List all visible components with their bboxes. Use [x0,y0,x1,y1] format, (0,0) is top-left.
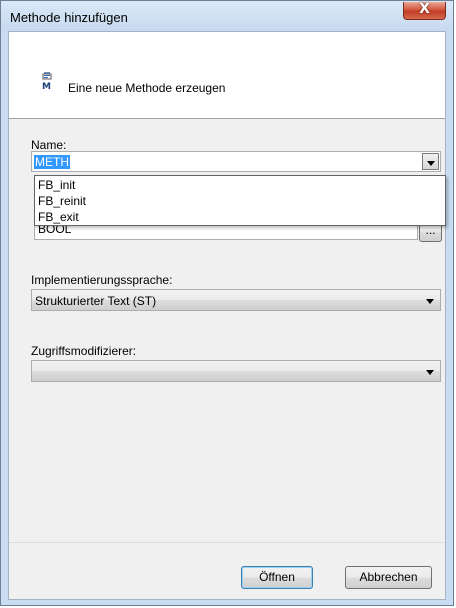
name-combobox[interactable]: METH [31,151,441,172]
dialog-window: Methode hinzufügen X M Eine neue Methode… [0,0,454,606]
footer-separator [9,542,445,543]
list-item[interactable]: FB_exit [38,209,79,225]
open-button[interactable]: Öffnen [241,566,313,589]
chevron-down-icon [426,370,434,375]
method-icon: M [42,72,52,90]
method-icon-letter: M [42,82,51,90]
cancel-button[interactable]: Abbrechen [345,566,432,589]
implementation-select[interactable]: Strukturierter Text (ST) [31,289,441,311]
list-item[interactable]: FB_init [38,177,75,193]
title-bar[interactable]: Methode hinzufügen X [1,1,453,31]
close-icon: X [419,1,430,17]
name-suggestions-list: FB_init FB_reinit FB_exit [34,175,446,226]
dialog-body: M Eine neue Methode erzeugen Name: METH … [8,31,446,600]
dialog-header: M Eine neue Methode erzeugen [9,32,445,119]
chevron-down-icon [426,299,434,304]
name-label: Name: [31,138,67,152]
header-text: Eine neue Methode erzeugen [68,81,226,95]
name-input[interactable]: METH [34,155,70,169]
return-type-field[interactable]: BOOL [34,222,418,240]
window-title: Methode hinzufügen [10,10,128,25]
access-label: Zugriffsmodifizierer: [31,344,137,358]
implementation-value: Strukturierter Text (ST) [35,294,157,308]
access-select[interactable] [31,360,441,382]
close-button[interactable]: X [403,1,446,20]
list-item[interactable]: FB_reinit [38,193,86,209]
chevron-down-icon [427,161,435,166]
name-dropdown-button[interactable] [422,153,439,170]
implementation-label: Implementierungssprache: [31,273,173,287]
